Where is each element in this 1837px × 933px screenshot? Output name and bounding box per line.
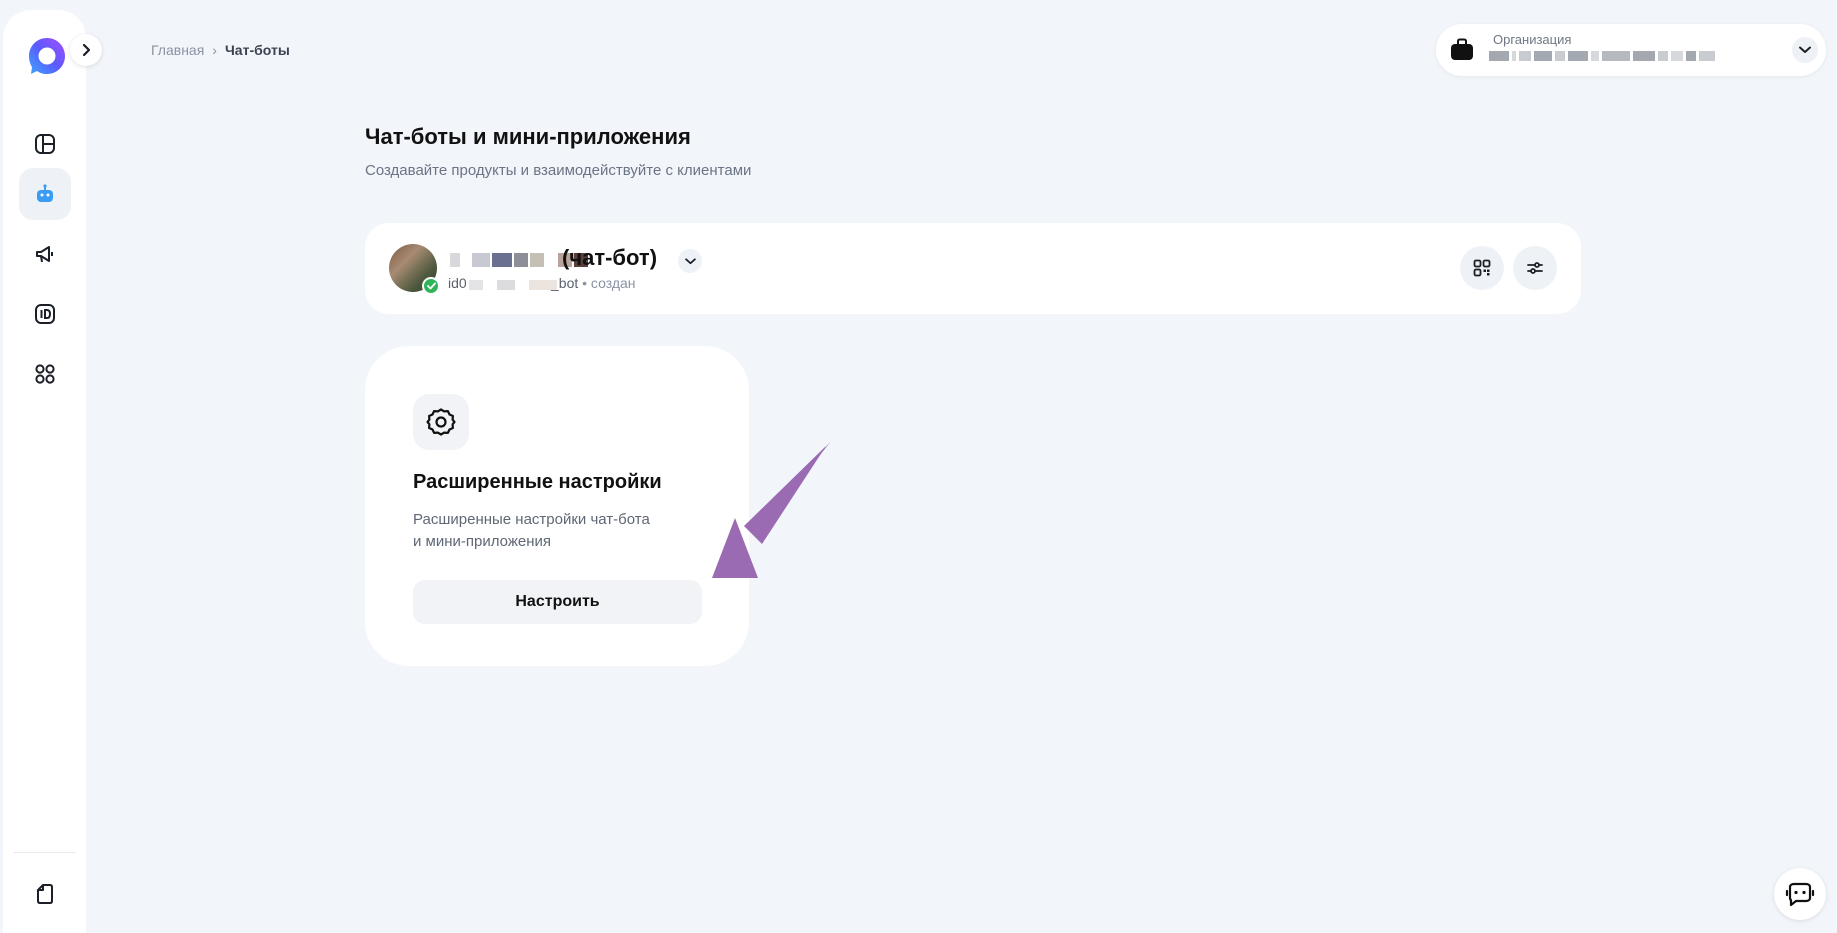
chevron-right-icon [82, 43, 91, 57]
page-subtitle: Создавайте продукты и взаимодействуйте с… [365, 162, 752, 179]
breadcrumb: Главная › Чат-боты [151, 42, 290, 58]
advanced-settings-card: Расширенные настройки Расширенные настро… [365, 346, 749, 666]
robot-icon [37, 184, 53, 202]
bot-id-prefix: id0 [448, 275, 467, 291]
sidebar-item-campaigns[interactable] [19, 228, 71, 280]
id-card-icon [35, 304, 55, 324]
apps-grid-icon [35, 364, 55, 384]
bot-card: (чат-бот) id0 _bot • создан [365, 223, 1581, 314]
bot-status: • создан [582, 275, 636, 291]
sliders-icon [1527, 262, 1543, 274]
configure-button[interactable]: Настроить [413, 580, 702, 624]
settings-card-title: Расширенные настройки [413, 471, 662, 493]
organization-dropdown-toggle[interactable] [1792, 37, 1818, 63]
document-icon [37, 884, 53, 904]
settings-card-description-line1: Расширенные настройки чат-бота [413, 511, 650, 528]
qr-code-icon [1473, 259, 1491, 277]
settings-icon-tile [413, 394, 469, 450]
sidebar-item-apps[interactable] [19, 348, 71, 400]
breadcrumb-separator: › [212, 42, 217, 58]
breadcrumb-home-link[interactable]: Главная [151, 42, 204, 58]
megaphone-icon [36, 246, 53, 263]
sidebar-item-documents[interactable] [19, 868, 71, 920]
settings-card-description: Расширенные настройки чат-бота и мини-пр… [413, 509, 693, 553]
settings-card-description-line2: и мини-приложения [413, 533, 551, 550]
sidebar [3, 10, 86, 933]
assistant-chat-button[interactable] [1774, 868, 1826, 920]
sidebar-item-id[interactable] [19, 288, 71, 340]
chevron-down-icon [684, 257, 696, 264]
annotation-arrow-icon [712, 441, 831, 578]
bot-switcher-dropdown[interactable] [678, 249, 702, 273]
briefcase-icon [1451, 38, 1473, 60]
sidebar-item-dashboard[interactable] [19, 118, 71, 170]
bot-name-suffix: (чат-бот) [562, 245, 658, 270]
sidebar-divider [13, 852, 76, 853]
bot-settings-button[interactable] [1513, 246, 1557, 290]
qr-code-button[interactable] [1460, 246, 1504, 290]
dashboard-icon [35, 134, 55, 154]
bot-id-redacted [469, 280, 557, 290]
chevron-down-icon [1799, 46, 1811, 53]
organization-label: Организация [1493, 32, 1572, 47]
gear-icon [426, 408, 456, 436]
page-title: Чат-боты и мини-приложения [365, 124, 691, 149]
verified-check-icon [422, 277, 440, 295]
sidebar-expand-button[interactable] [70, 34, 102, 66]
organization-name-redacted [1489, 51, 1715, 61]
sidebar-item-chatbots[interactable] [19, 168, 71, 220]
bot-id-suffix-status: _bot • создан [551, 275, 636, 291]
organization-selector[interactable]: Организация [1436, 24, 1826, 76]
max-logo-icon[interactable] [26, 35, 68, 77]
bot-meta: id0 _bot • создан [448, 275, 636, 291]
breadcrumb-current: Чат-боты [224, 42, 290, 58]
robot-chat-icon [1785, 882, 1815, 907]
